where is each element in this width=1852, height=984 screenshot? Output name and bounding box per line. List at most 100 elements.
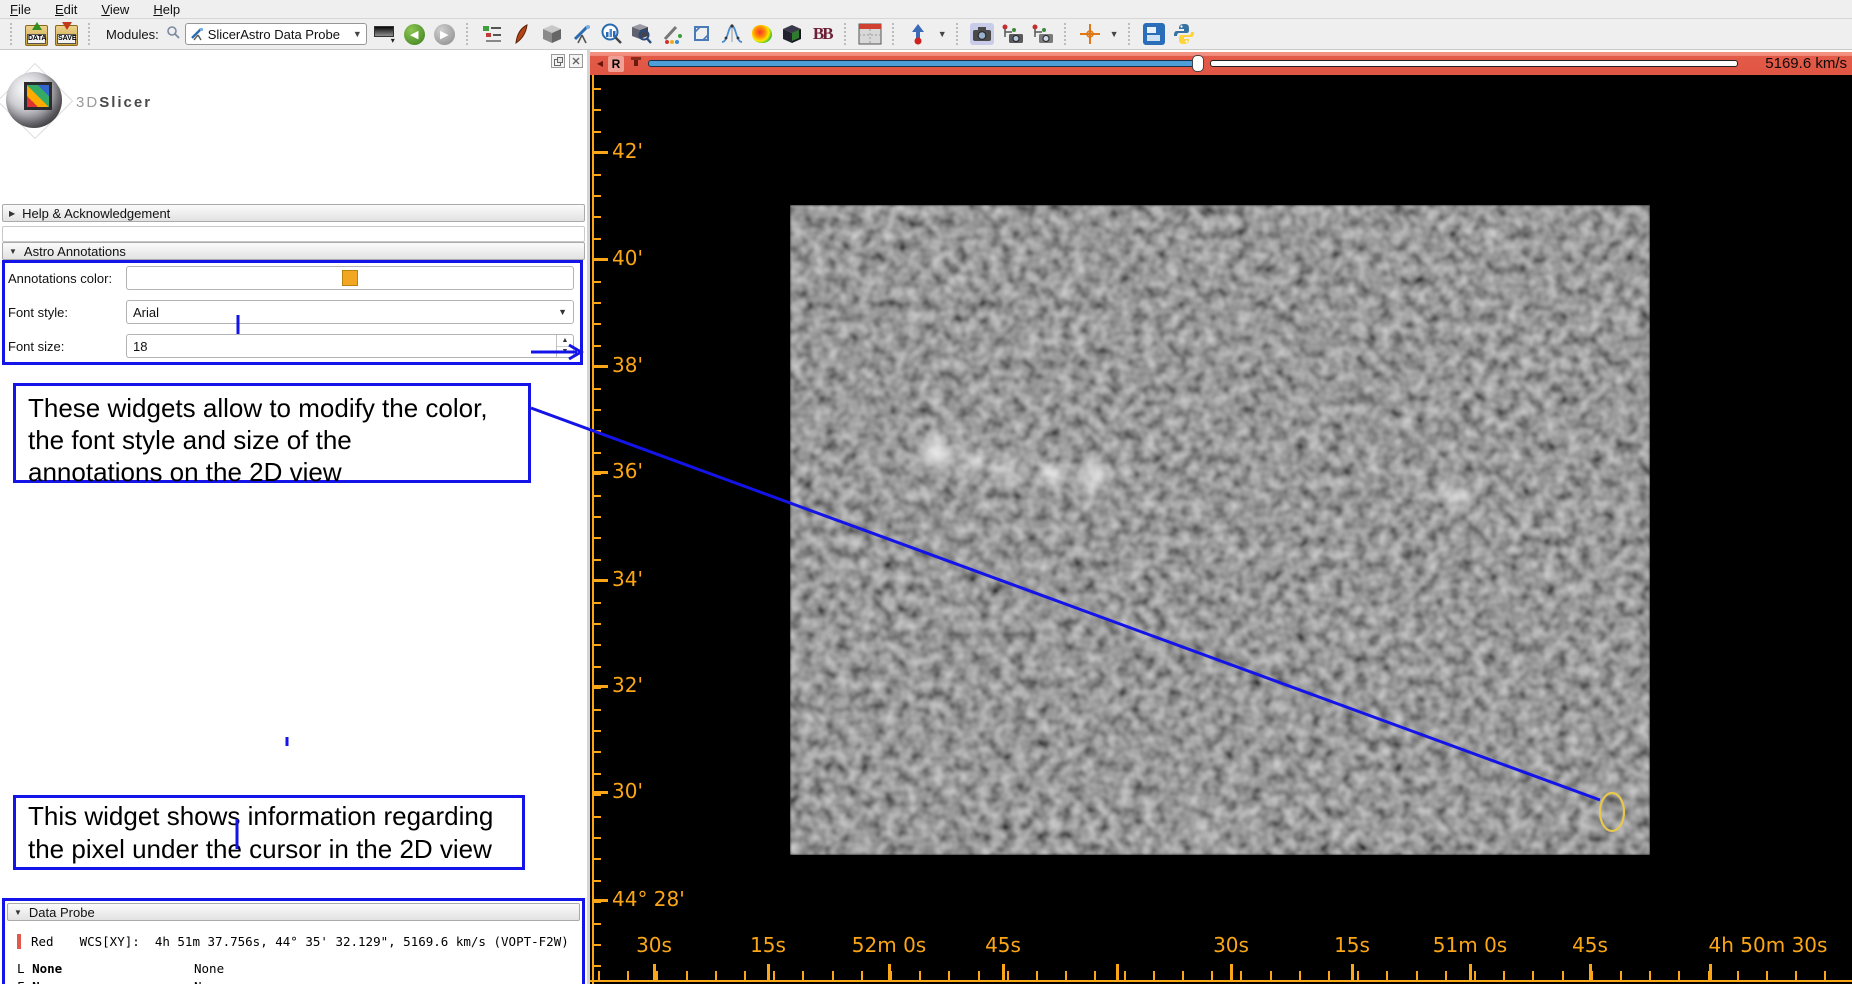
crop-volume-icon[interactable]: [690, 22, 715, 47]
slicerastro-telescope-icon[interactable]: [570, 22, 595, 47]
slicer-application: File Edit View Help DATA SAVE Modules: S…: [0, 0, 1852, 984]
red-slice-color-bar: [17, 934, 21, 949]
extensions-manager-icon[interactable]: [1142, 22, 1167, 47]
y-axis-label: 38': [612, 353, 643, 377]
callout-line: annotations on the 2D view: [28, 457, 342, 487]
y-axis-major-tick: [592, 899, 608, 902]
toolbar-drag-handle[interactable]: [955, 23, 961, 45]
layer-value: None: [194, 961, 225, 976]
data-probe-plot-icon[interactable]: [600, 22, 625, 47]
toolbar-drag-handle[interactable]: [1063, 23, 1069, 45]
image-source-blob: [1002, 460, 1022, 480]
bb-modules-icon[interactable]: BB: [810, 22, 835, 47]
load-data-icon[interactable]: DATA: [24, 22, 49, 47]
x-axis-minor-tick: [1298, 971, 1301, 980]
font-style-row: Font style: Arial ▼: [8, 300, 574, 324]
layout-selector-icon[interactable]: [858, 22, 883, 47]
probe-row-foreground-layer: F None None: [17, 979, 582, 984]
menu-view[interactable]: View: [101, 2, 129, 17]
undock-panel-icon[interactable]: [551, 54, 565, 68]
y-axis-label: 36': [612, 459, 643, 483]
module-panel: 3DSlicer ▶ Help & Acknowledgement ▼ Astr…: [0, 50, 587, 984]
toolbar-drag-handle[interactable]: [465, 23, 471, 45]
x-axis-minor-tick: [1211, 971, 1214, 980]
toolbar-drag-handle[interactable]: [10, 23, 15, 45]
volume-cube-icon[interactable]: [540, 22, 565, 47]
slice-offset-slider[interactable]: [648, 55, 1738, 72]
x-axis-minor-tick: [1678, 971, 1681, 980]
slider-empty-track[interactable]: [1210, 60, 1738, 67]
slider-handle[interactable]: [1192, 55, 1204, 72]
probe-wcs-info: WCS[XY]: 4h 51m 37.756s, 44° 35' 32.129"…: [79, 934, 569, 949]
font-size-spinbox[interactable]: 18 ▲ ▼: [126, 334, 574, 358]
image-source-blob: [1040, 462, 1064, 486]
crosshair-icon[interactable]: [1078, 22, 1103, 47]
x-axis-label: 15s: [750, 933, 786, 957]
spin-up-icon[interactable]: ▲: [557, 335, 573, 347]
annotations-color-picker[interactable]: [126, 266, 574, 290]
module-list-icon[interactable]: [480, 22, 505, 47]
python-console-icon[interactable]: [1172, 22, 1197, 47]
menu-edit[interactable]: Edit: [55, 2, 77, 17]
spin-down-icon[interactable]: ▼: [557, 347, 573, 358]
data-probe-header[interactable]: ▼ Data Probe: [7, 903, 580, 921]
toolbar-drag-handle[interactable]: [891, 23, 897, 45]
x-axis-minor-tick: [1269, 971, 1272, 980]
toolbar-drag-handle[interactable]: [843, 23, 849, 45]
viewport[interactable]: 42' 40' 38' 36' 34' 32' 30' 44° 28' 30s 15s 52m 0s…: [590, 75, 1852, 984]
chevron-down-icon[interactable]: ▼: [938, 29, 947, 39]
collapsed-arrow-icon: ▶: [9, 208, 16, 218]
module-selector-combobox[interactable]: SlicerAstro Data Probe ▼: [184, 23, 367, 45]
module-search-icon[interactable]: [166, 25, 180, 44]
y-axis-minor-tick: [592, 751, 601, 754]
menu-file[interactable]: File: [10, 2, 31, 17]
slicer-logo: 3DSlicer: [0, 62, 152, 140]
x-axis-major-tick: [1589, 964, 1592, 980]
volume-probe-icon[interactable]: [630, 22, 655, 47]
annotations-color-row: Annotations color:: [8, 266, 574, 290]
collapse-controller-icon[interactable]: ◀: [594, 57, 606, 71]
registration-rainbow-icon[interactable]: [750, 22, 775, 47]
chevron-down-icon: ▼: [558, 307, 567, 317]
module-history-icon[interactable]: ▾: [372, 22, 397, 47]
save-data-icon[interactable]: SAVE: [54, 22, 79, 47]
astro-annotations-header[interactable]: ▼ Astro Annotations: [2, 242, 585, 260]
x-axis-minor-tick: [1182, 971, 1184, 980]
x-axis-minor-tick: [1766, 971, 1768, 980]
chevron-down-icon[interactable]: ▼: [1110, 29, 1119, 39]
help-section-label: Help & Acknowledgement: [22, 205, 171, 221]
segmentation-cube-icon[interactable]: [780, 22, 805, 47]
toolbar-drag-handle[interactable]: [1127, 23, 1133, 45]
callout-line: the pixel under the cursor in the 2D vie…: [28, 834, 492, 864]
x-axis-major-tick: [1709, 964, 1712, 980]
annotations-pen-icon[interactable]: [660, 22, 685, 47]
menu-bar: File Edit View Help: [0, 0, 1852, 19]
logo-slicer: Slicer: [99, 93, 153, 111]
screenshot-pin-icon[interactable]: [906, 22, 931, 47]
navigate-forward-icon[interactable]: ▶: [432, 22, 457, 47]
slider-filled-track[interactable]: [648, 60, 1198, 67]
help-acknowledgement-header[interactable]: ▶ Help & Acknowledgement: [2, 204, 585, 222]
y-axis-minor-tick: [592, 965, 601, 968]
toolbar-drag-handle[interactable]: [88, 23, 93, 45]
pin-icon[interactable]: [629, 56, 643, 72]
scene-capture-icon[interactable]: [1000, 22, 1025, 47]
navigate-back-icon[interactable]: ◀: [402, 22, 427, 47]
menu-help[interactable]: Help: [153, 2, 180, 17]
y-axis-minor-tick: [592, 922, 601, 925]
y-axis-minor-tick: [592, 858, 601, 861]
x-axis-minor-tick: [1094, 971, 1097, 980]
spinbox-arrows[interactable]: ▲ ▼: [556, 335, 573, 357]
close-panel-icon[interactable]: [569, 54, 583, 68]
font-style-combobox[interactable]: Arial ▼: [126, 300, 574, 324]
scene-restore-icon[interactable]: [1030, 22, 1055, 47]
y-axis-label: 40': [612, 246, 643, 270]
x-axis-minor-tick: [1386, 971, 1389, 980]
y-axis-major-tick: [592, 471, 608, 474]
astro-annotations-label: Astro Annotations: [23, 243, 126, 259]
y-axis-minor-tick: [592, 173, 601, 176]
logo-text: 3DSlicer: [76, 94, 152, 111]
paint-feather-icon[interactable]: [510, 22, 535, 47]
transforms-gaussian-icon[interactable]: [720, 22, 745, 47]
capture-camera-icon[interactable]: [970, 22, 995, 47]
